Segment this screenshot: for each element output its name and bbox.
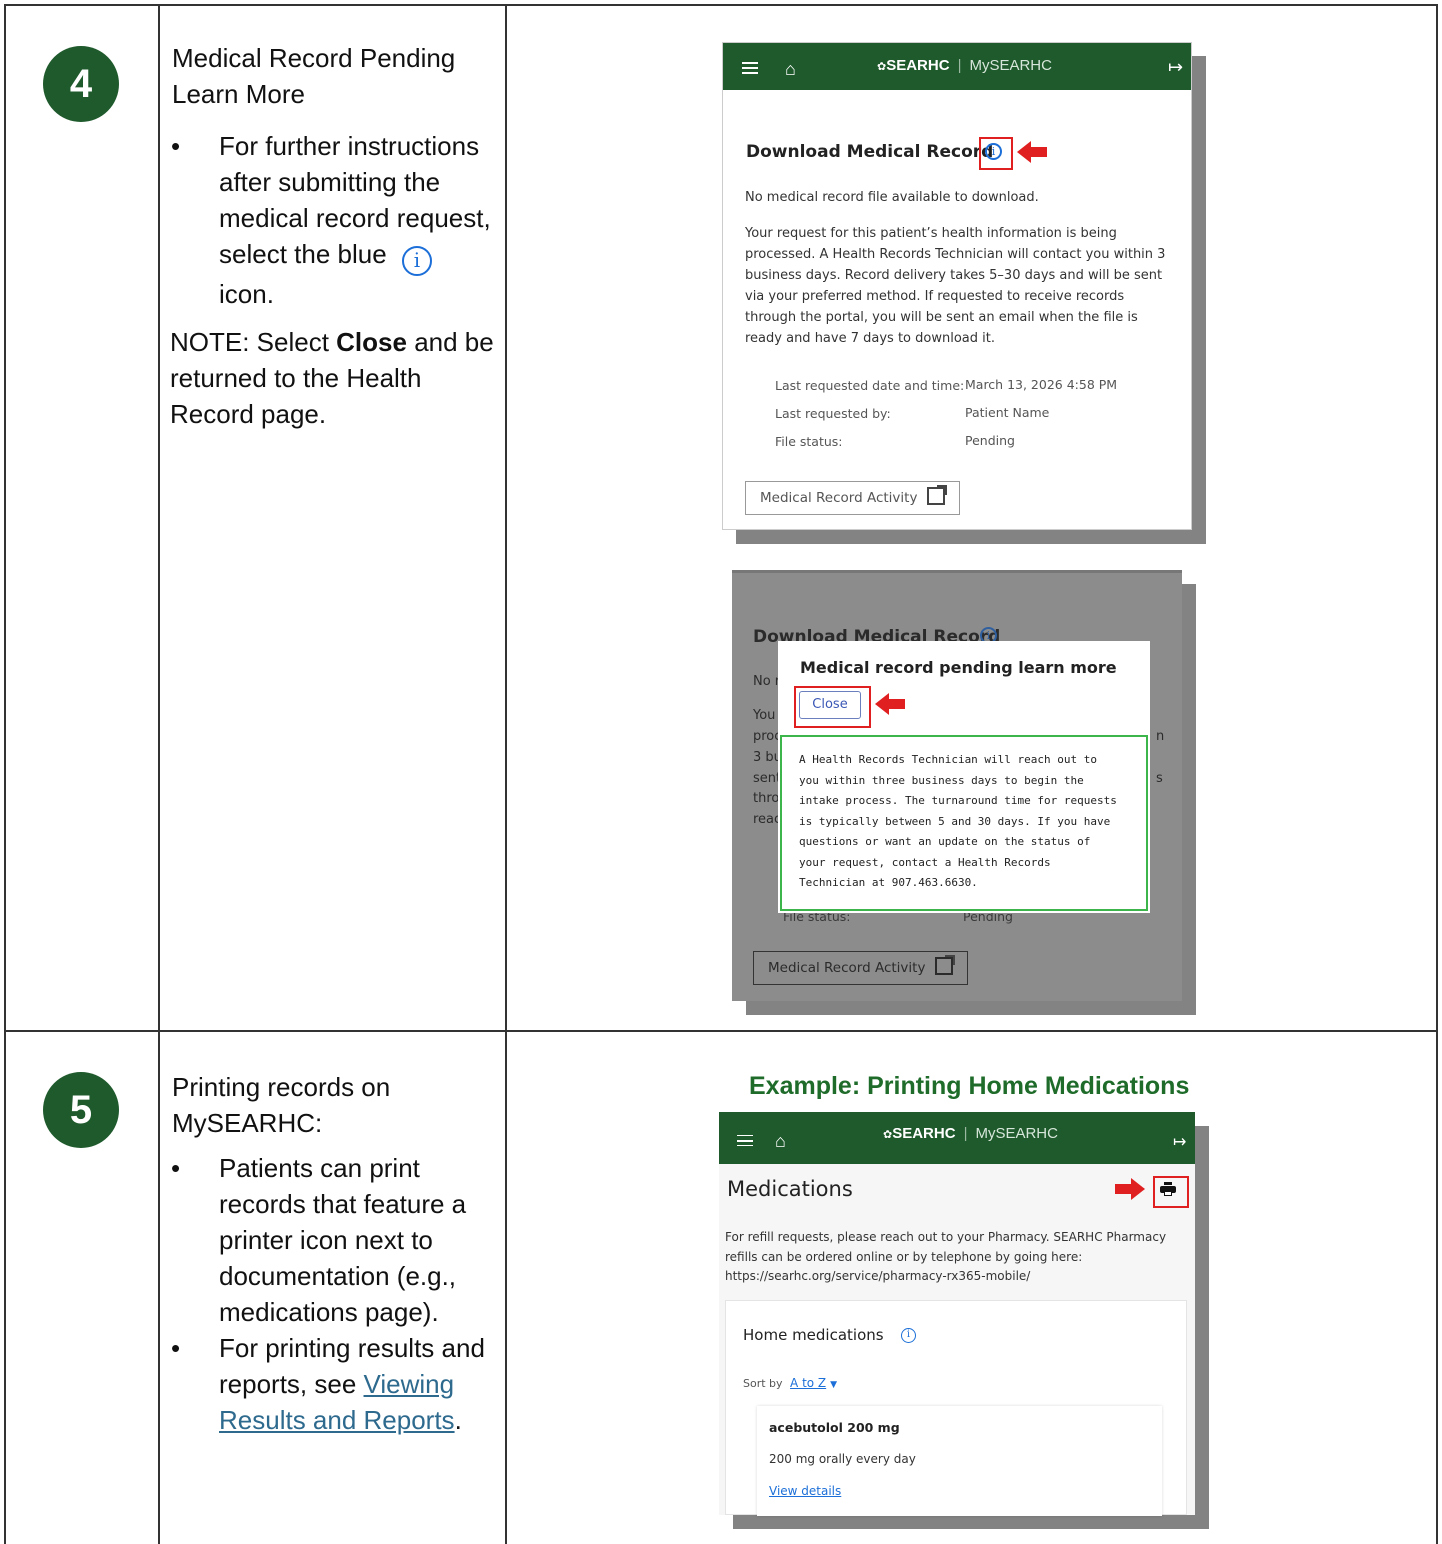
note-prefix: NOTE: Select xyxy=(170,327,337,357)
instruction-bullet: For further instructions after submittin… xyxy=(171,128,498,312)
background-fragment: n xyxy=(1156,729,1165,744)
brand-leaf-icon: ✿ xyxy=(883,1129,893,1141)
step-instructions: For further instructions after submittin… xyxy=(171,128,498,312)
medical-record-activity-button[interactable]: Medical Record Activity xyxy=(745,481,961,515)
detail-label: Last requested date and time: xyxy=(775,378,965,393)
detail-value: Patient Name xyxy=(965,405,1050,420)
sort-value: A to Z xyxy=(790,1376,827,1390)
detail-row: Last requested by: Patient Name xyxy=(775,405,1175,433)
home-icon[interactable]: ⌂ xyxy=(775,1131,786,1151)
detail-label: Last requested by: xyxy=(775,406,891,421)
step-title: Printing records on MySEARHC: xyxy=(172,1072,391,1138)
screenshot-learn-more-modal: Download Medical Record i No r You proc … xyxy=(732,570,1182,1001)
note-text: NOTE: Select Close and be returned to th… xyxy=(170,324,496,432)
table-col-divider-2 xyxy=(505,4,507,1544)
medication-item: acebutolol 200 mg 200 mg orally every da… xyxy=(757,1406,1162,1516)
modal-title: Medical record pending learn more xyxy=(800,658,1117,677)
step-number-badge: 5 xyxy=(43,1072,119,1148)
activity-button-label: Medical Record Activity xyxy=(760,490,918,506)
refill-note: For refill requests, please reach out to… xyxy=(725,1230,1167,1283)
medication-sig: 200 mg orally every day xyxy=(769,1452,916,1466)
detail-row: File status: Pending xyxy=(775,433,1175,461)
modal-body-text: A Health Records Technician will reach o… xyxy=(799,753,1117,889)
view-details-link[interactable]: View details xyxy=(769,1484,841,1498)
step-number-badge: 4 xyxy=(43,46,119,122)
menu-icon[interactable] xyxy=(737,1135,753,1146)
activity-button-label: Medical Record Activity xyxy=(768,960,926,976)
sort-dropdown[interactable]: A to Z xyxy=(790,1376,826,1390)
screenshot-download-record: ⌂ ✿SEARHC | MySEARHC ↦ Download Medical Re… xyxy=(722,42,1192,530)
section-title: Home medications xyxy=(743,1326,884,1344)
background-fragment: No r xyxy=(753,674,781,689)
chevron-down-icon[interactable]: ▼ xyxy=(830,1380,837,1390)
instruction-text: For further instructions after submittin… xyxy=(219,131,491,269)
modal-body-box: A Health Records Technician will reach o… xyxy=(780,735,1148,911)
red-arrow-right xyxy=(1115,1178,1145,1200)
instruction-text-end: icon. xyxy=(219,279,274,309)
instruction-text-end: . xyxy=(454,1405,462,1435)
app-header: ⌂ ✿SEARHC | MySEARHC ↦ xyxy=(723,43,1191,90)
table-row-divider xyxy=(4,1030,1438,1032)
example-heading: Example: Printing Home Medications xyxy=(749,1072,1190,1100)
brand-name: SEARHC xyxy=(892,1125,956,1142)
app-header: ⌂ ✿SEARHC | MySEARHC ↦ xyxy=(719,1112,1195,1164)
external-link-icon xyxy=(927,485,948,505)
step-instructions: Patients can print records that feature … xyxy=(171,1150,492,1438)
background-fragment: thro xyxy=(753,791,780,806)
step-title: Medical Record Pending Learn More xyxy=(172,43,456,109)
detail-label: File status: xyxy=(775,434,843,449)
background-fragment: reac xyxy=(753,812,782,827)
home-medications-card: Home medications i Sort by A to Z ▼ acebu… xyxy=(725,1300,1187,1516)
screenshot-medications: ⌂ ✿SEARHC | MySEARHC ↦ Medications For ref… xyxy=(719,1112,1195,1516)
background-fragment: You xyxy=(753,708,776,723)
table-col-divider-1 xyxy=(158,4,160,1544)
brand-logo: ✿SEARHC | MySEARHC xyxy=(877,57,1052,74)
learn-more-modal: Medical record pending learn more Close … xyxy=(778,641,1150,913)
brand-name: SEARHC xyxy=(886,57,950,74)
medication-name: acebutolol 200 mg xyxy=(769,1420,900,1435)
brand-leaf-icon: ✿ xyxy=(877,61,887,73)
brand-logo: ✿SEARHC | MySEARHC xyxy=(883,1125,1058,1142)
sort-control: Sort by A to Z ▼ xyxy=(743,1376,837,1390)
portal-name: MySEARHC xyxy=(975,1125,1058,1142)
external-link-icon xyxy=(935,955,956,975)
instruction-bullet: For printing results and reports, see Vi… xyxy=(171,1330,492,1438)
home-icon[interactable]: ⌂ xyxy=(785,59,796,79)
detail-value: Pending xyxy=(965,433,1015,448)
info-icon[interactable]: i xyxy=(901,1328,916,1343)
brand-separator: | xyxy=(963,1125,968,1142)
request-status-message: Your request for this patient’s health i… xyxy=(745,226,1166,346)
background-activity-button: Medical Record Activity xyxy=(753,951,969,985)
print-icon[interactable] xyxy=(1160,1182,1176,1196)
page-title: Medications xyxy=(727,1177,853,1201)
request-details: Last requested date and time: March 13, 2… xyxy=(775,377,1175,461)
instruction-text: Patients can print records that feature … xyxy=(219,1153,467,1327)
close-button[interactable]: Close xyxy=(799,691,861,719)
detail-value: March 13, 2026 4:58 PM xyxy=(965,377,1118,392)
table-border-right xyxy=(1436,4,1438,1544)
info-icon: i xyxy=(401,246,432,276)
detail-row: Last requested date and time: March 13, 2… xyxy=(775,377,1175,405)
download-heading: Download Medical Record xyxy=(746,142,994,162)
sort-label: Sort by xyxy=(743,1377,783,1390)
sign-out-icon[interactable]: ↦ xyxy=(1173,1132,1186,1152)
sign-out-icon[interactable]: ↦ xyxy=(1168,57,1183,78)
menu-icon[interactable] xyxy=(742,62,758,74)
no-file-message: No medical record file available to down… xyxy=(745,190,1039,205)
note-bold: Close xyxy=(336,327,407,357)
info-icon[interactable]: i xyxy=(985,143,1002,160)
table-border-top xyxy=(4,4,1438,6)
portal-name: MySEARHC xyxy=(969,57,1052,74)
table-border-left xyxy=(4,4,6,1544)
brand-separator: | xyxy=(957,57,962,74)
background-fragment: s xyxy=(1156,771,1163,786)
background-fragment: sent xyxy=(753,771,782,786)
instruction-bullet: Patients can print records that feature … xyxy=(171,1150,492,1330)
